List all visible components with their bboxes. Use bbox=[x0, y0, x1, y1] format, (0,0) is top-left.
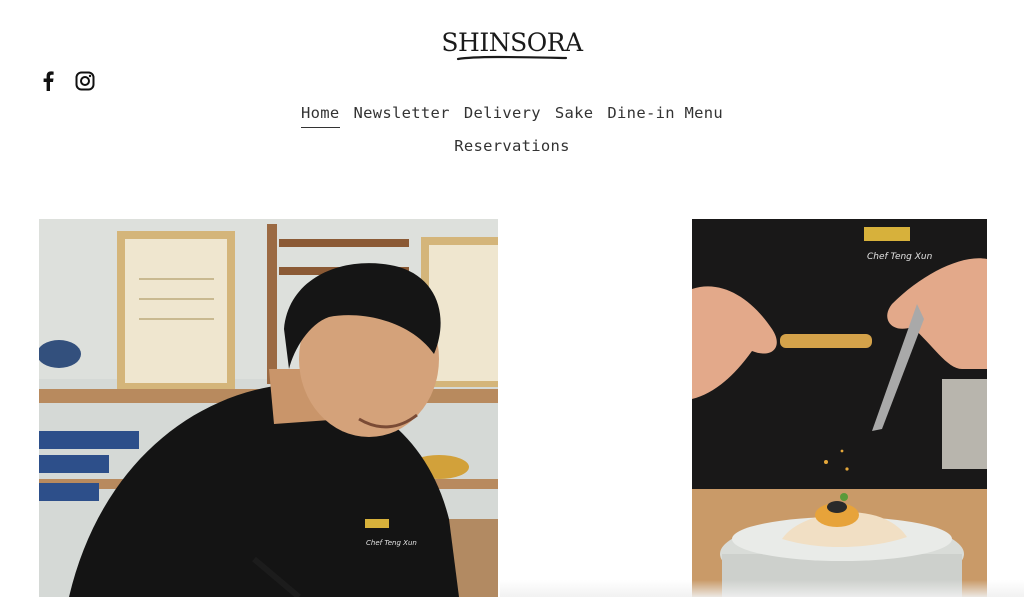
right-chef-embroidery: Chef Teng Xun bbox=[867, 252, 933, 262]
instagram-icon[interactable] bbox=[75, 70, 95, 92]
bottom-scroll-fade bbox=[500, 580, 1024, 597]
nav-row-2: Reservations bbox=[0, 135, 1024, 160]
nav-reservations[interactable]: Reservations bbox=[454, 135, 570, 160]
logo-wordmark: SHINSORA bbox=[441, 28, 583, 57]
nav-dine-in-menu[interactable]: Dine-in Menu bbox=[607, 102, 723, 128]
nav-row-1: Home Newsletter Delivery Sake Dine-in Me… bbox=[0, 102, 1024, 128]
facebook-icon[interactable] bbox=[38, 70, 58, 92]
nav-sake[interactable]: Sake bbox=[555, 102, 594, 128]
chef-plating-photo: Chef Teng Xun bbox=[692, 219, 987, 597]
nav-newsletter[interactable]: Newsletter bbox=[354, 102, 450, 128]
site-logo[interactable]: SHINSORA bbox=[0, 28, 1024, 61]
chef-portrait-photo: Chef Teng Xun bbox=[39, 219, 498, 597]
main-navigation: Home Newsletter Delivery Sake Dine-in Me… bbox=[0, 102, 1024, 160]
nav-home[interactable]: Home bbox=[300, 102, 340, 128]
nav-delivery[interactable]: Delivery bbox=[464, 102, 541, 128]
social-links bbox=[38, 70, 95, 92]
left-chef-embroidery: Chef Teng Xun bbox=[366, 539, 417, 547]
